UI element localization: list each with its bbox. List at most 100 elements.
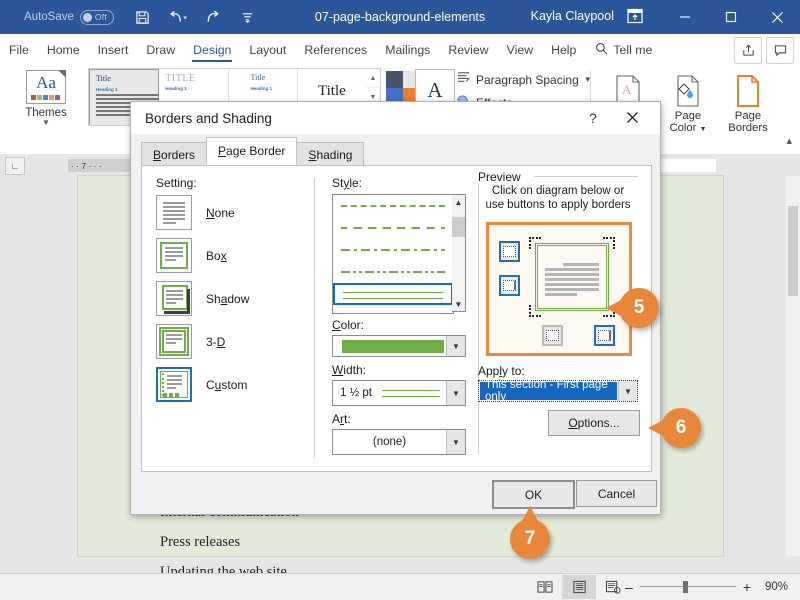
- callout-tail: [648, 420, 663, 436]
- preview-bottom-border-button[interactable]: [542, 325, 563, 346]
- tab-design[interactable]: Design: [184, 34, 240, 66]
- border-dots: [503, 246, 516, 257]
- page-color-icon: [660, 68, 716, 110]
- page-borders-button[interactable]: Page Borders: [720, 68, 776, 136]
- color-combo[interactable]: ▼: [332, 335, 466, 357]
- tab-bar-right-buttons: [734, 37, 794, 64]
- collapse-ribbon-icon[interactable]: ▴: [786, 134, 792, 147]
- style-option-dashed-fine[interactable]: [333, 195, 453, 217]
- dialog-tab-borders[interactable]: BBordersorders: [141, 142, 207, 167]
- tab-insert[interactable]: Insert: [89, 34, 138, 66]
- zoom-slider[interactable]: [640, 580, 736, 594]
- callout-tail: [606, 300, 621, 316]
- dialog-close-icon[interactable]: [620, 106, 644, 128]
- style-option-double-line[interactable]: [333, 283, 453, 305]
- width-combo-value: 1 ½ pt: [333, 387, 446, 399]
- dialog-tabs: BBordersorders Page Border Shading: [141, 139, 363, 165]
- minimize-button[interactable]: [662, 0, 708, 34]
- undo-icon[interactable]: [167, 6, 189, 28]
- zoom-out-button[interactable]: –: [625, 579, 633, 595]
- tab-review[interactable]: Review: [439, 34, 497, 66]
- scrollbar-thumb[interactable]: [788, 206, 798, 296]
- tell-me-label: Tell me: [613, 43, 652, 57]
- zoom-slider-track: [640, 586, 736, 587]
- paragraph-spacing-button[interactable]: Paragraph Spacing ▼: [456, 71, 592, 88]
- callout-badge-6: 6: [661, 408, 701, 448]
- style-listbox[interactable]: [332, 194, 454, 314]
- status-bar: – + 90%: [0, 573, 800, 600]
- style-scroll-thumb[interactable]: [452, 217, 465, 237]
- doc-line-1[interactable]: Press releases: [160, 534, 240, 551]
- setting-option-box[interactable]: Box: [156, 237, 298, 274]
- zoom-percent-label[interactable]: 90%: [758, 581, 788, 593]
- chevron-down-icon[interactable]: ▼: [618, 381, 637, 401]
- read-mode-icon[interactable]: [528, 575, 562, 599]
- setting-option-shadow[interactable]: Shadow: [156, 280, 298, 317]
- page-borders-icon: [720, 68, 776, 110]
- themes-button[interactable]: Aa Themes ▼: [10, 68, 82, 126]
- tab-help[interactable]: Help: [542, 34, 585, 66]
- preview-top-border-button[interactable]: [499, 241, 520, 262]
- vertical-scrollbar[interactable]: [786, 176, 800, 556]
- preview-left-border-button[interactable]: [499, 275, 520, 296]
- ok-button[interactable]: OK: [492, 480, 575, 509]
- close-button[interactable]: [754, 0, 800, 34]
- user-account-name[interactable]: Kayla Claypool: [531, 9, 614, 23]
- style-option-dash-dot[interactable]: [333, 239, 453, 261]
- print-layout-icon[interactable]: [562, 575, 596, 599]
- border-dots: [503, 280, 516, 291]
- setting-option-custom[interactable]: Custom: [156, 366, 298, 403]
- style-option-dashed-medium[interactable]: [333, 217, 453, 239]
- page-border-panel: Setting: None Box: [141, 165, 652, 472]
- tab-file[interactable]: File: [0, 34, 38, 66]
- tab-home[interactable]: Home: [38, 34, 89, 66]
- tab-view[interactable]: View: [498, 34, 542, 66]
- save-icon[interactable]: [132, 6, 154, 28]
- apply-to-combo[interactable]: This section - First page only ▼: [478, 380, 638, 402]
- setting-option-3d[interactable]: 3-D: [156, 323, 298, 360]
- width-combo[interactable]: 1 ½ pt ▼: [332, 380, 466, 406]
- style-label: Style:: [332, 176, 362, 190]
- customize-quick-access-icon[interactable]: [237, 6, 259, 28]
- preview-diagram[interactable]: [486, 222, 632, 356]
- style-scroll-up-icon[interactable]: ▲: [452, 195, 465, 209]
- zoom-slider-knob[interactable]: [683, 581, 688, 593]
- art-combo[interactable]: (none) ▼: [332, 429, 466, 455]
- tab-stop-selector[interactable]: ∟: [5, 157, 25, 175]
- help-icon[interactable]: ?: [582, 108, 604, 128]
- autosave-toggle[interactable]: AutoSave Off: [24, 10, 114, 25]
- ribbon-display-options-icon[interactable]: [626, 7, 648, 27]
- chevron-down-icon[interactable]: ▼: [446, 430, 465, 454]
- autosave-switch[interactable]: Off: [80, 10, 114, 25]
- tab-layout[interactable]: Layout: [240, 34, 295, 66]
- cancel-button[interactable]: Cancel: [576, 480, 657, 507]
- chevron-down-icon[interactable]: ▼: [446, 336, 465, 356]
- zoom-in-button[interactable]: +: [743, 579, 751, 595]
- style-option-dash-dot-dot[interactable]: [333, 261, 453, 283]
- share-icon[interactable]: [734, 37, 762, 64]
- setting-option-none[interactable]: None: [156, 194, 298, 231]
- chevron-down-icon[interactable]: ▼: [446, 381, 465, 405]
- gallery-item-1-title: TITLE: [165, 73, 195, 84]
- maximize-button[interactable]: [708, 0, 754, 34]
- preview-help-line-1: Click on diagram below or: [478, 184, 638, 198]
- tab-draw[interactable]: Draw: [137, 34, 184, 66]
- gallery-item-0-heading: Heading 1: [96, 87, 118, 92]
- comments-icon[interactable]: [766, 37, 794, 64]
- style-scroll-down-icon[interactable]: ▼: [452, 297, 465, 311]
- callout-7-number: 7: [525, 528, 536, 550]
- style-scrollbar[interactable]: ▲ ▼: [452, 194, 466, 312]
- tab-mailings[interactable]: Mailings: [376, 34, 439, 66]
- tab-references[interactable]: References: [295, 34, 376, 66]
- options-button[interactable]: Options...: [548, 410, 640, 436]
- border-dots: [598, 330, 611, 341]
- preview-page-mock[interactable]: [533, 241, 611, 313]
- chevron-down-icon[interactable]: ▼: [10, 119, 82, 126]
- page-color-button[interactable]: Page Color ▼: [660, 68, 716, 136]
- redo-icon[interactable]: [202, 6, 224, 28]
- dialog-tab-shading[interactable]: Shading: [296, 142, 364, 167]
- preview-right-border-button[interactable]: [594, 325, 615, 346]
- tell-me-search[interactable]: Tell me: [595, 42, 652, 58]
- dialog-tab-page-border[interactable]: Page Border: [206, 137, 297, 165]
- gallery-scroll-up-icon[interactable]: ▲: [366, 69, 380, 88]
